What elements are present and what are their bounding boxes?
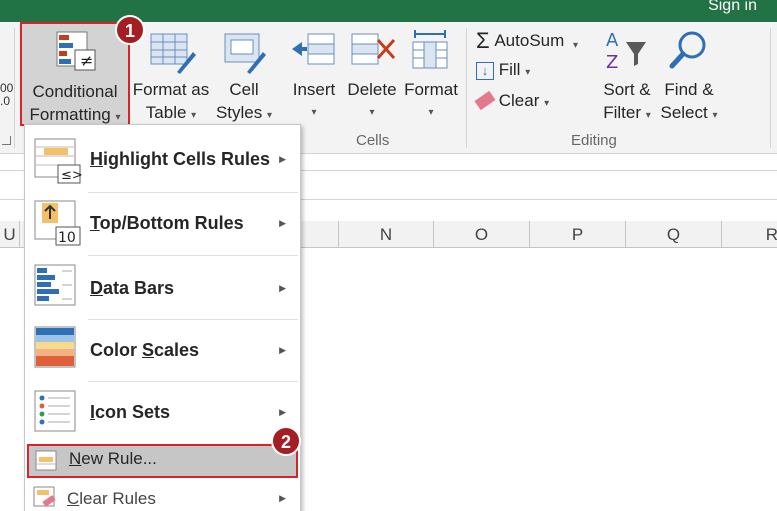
- format-as-table-icon: [150, 33, 196, 74]
- icon-sets-icon: [34, 390, 76, 432]
- submenu-arrow-icon: ▶: [279, 407, 286, 417]
- find-select-button[interactable]: Find & Select ▾: [657, 22, 721, 126]
- chevron-down-icon: ▾: [428, 107, 434, 118]
- clear-rules-icon: [33, 486, 56, 507]
- submenu-arrow-icon: ▶: [279, 154, 286, 164]
- cells-group-label: Cells: [356, 132, 390, 149]
- chevron-down-icon: ▾: [645, 110, 651, 121]
- column-header[interactable]: U: [0, 221, 20, 248]
- sigma-icon: Σ: [476, 28, 490, 53]
- step-badge-2: 2: [271, 426, 301, 456]
- menu-item-data-bars[interactable]: Data Bars ▶: [25, 259, 300, 317]
- column-header[interactable]: P: [530, 221, 626, 248]
- insert-cells-icon: [292, 33, 335, 65]
- chevron-down-icon: ▾: [115, 112, 121, 123]
- column-header[interactable]: N: [338, 221, 434, 248]
- title-bar: Sign in: [0, 0, 777, 22]
- format-button[interactable]: Format ▾: [401, 22, 461, 126]
- sort-filter-button[interactable]: A Z Sort & Filter ▾: [598, 22, 656, 126]
- eraser-icon: [474, 90, 496, 111]
- column-header[interactable]: Q: [626, 221, 722, 248]
- fill-button[interactable]: ↓ Fill ▾: [476, 60, 530, 80]
- conditional-formatting-button[interactable]: ≠ Conditional Formatting ▾: [20, 22, 130, 126]
- new-rule-icon: [35, 450, 57, 471]
- submenu-arrow-icon: ▶: [279, 218, 286, 228]
- menu-item-color-scales[interactable]: Color Scales ▶: [25, 323, 300, 379]
- menu-item-new-rule[interactable]: New Rule...: [27, 444, 298, 478]
- chevron-down-icon: ▾: [712, 110, 718, 121]
- column-header[interactable]: O: [434, 221, 530, 248]
- insert-button[interactable]: Insert ▾: [286, 22, 342, 126]
- data-bars-icon: [34, 264, 76, 306]
- menu-item-icon-sets[interactable]: Icon Sets ▶: [25, 385, 300, 441]
- cell-styles-icon: [224, 33, 266, 74]
- conditional-formatting-label-line1: Conditional: [32, 82, 118, 101]
- delete-button[interactable]: Delete ▾: [344, 22, 400, 126]
- column-header[interactable]: R: [722, 221, 777, 248]
- number-format-fragment: 00 .0: [0, 81, 14, 108]
- submenu-arrow-icon: ▶: [279, 283, 286, 293]
- svg-text:10: 10: [58, 230, 76, 246]
- menu-item-top-bottom-rules[interactable]: 10 Top/Bottom Rules ▶: [25, 195, 300, 251]
- delete-cells-icon: [351, 33, 396, 65]
- step-badge-1: 1: [115, 15, 145, 45]
- magnifier-icon: [669, 31, 706, 69]
- cell-styles-button[interactable]: Cell Styles ▾: [211, 22, 277, 126]
- editing-group-label: Editing: [571, 132, 617, 149]
- svg-text:≠: ≠: [80, 51, 93, 70]
- fill-down-icon: ↓: [476, 62, 494, 80]
- submenu-arrow-icon: ▶: [279, 345, 286, 355]
- menu-item-highlight-cells-rules[interactable]: ≤> Highlight Cells Rules ▶: [25, 133, 300, 189]
- format-as-table-button[interactable]: Format as Table ▾: [131, 22, 211, 126]
- top-bottom-icon: 10: [34, 200, 81, 246]
- chevron-down-icon: ▾: [267, 110, 273, 121]
- chevron-down-icon: ▾: [191, 110, 197, 121]
- chevron-down-icon: ▾: [311, 107, 317, 118]
- sign-in-link[interactable]: Sign in: [708, 0, 757, 15]
- conditional-formatting-icon: ≠: [56, 31, 96, 71]
- menu-item-clear-rules[interactable]: Clear Rules ▶: [25, 482, 300, 511]
- dialog-launcher-icon[interactable]: [2, 136, 11, 145]
- chevron-down-icon: ▾: [573, 40, 579, 51]
- color-scales-icon: [34, 326, 76, 368]
- svg-text:A: A: [606, 30, 619, 51]
- conditional-formatting-menu: ≤> Highlight Cells Rules ▶ 10 Top/Bottom…: [24, 124, 301, 511]
- highlight-cells-icon: ≤>: [34, 138, 82, 184]
- format-cells-icon: [412, 30, 448, 69]
- svg-text:Z: Z: [606, 52, 618, 73]
- chevron-down-icon: ▾: [544, 98, 550, 109]
- clear-button[interactable]: Clear ▾: [474, 90, 550, 111]
- chevron-down-icon: ▾: [525, 67, 531, 78]
- svg-text:≤>: ≤>: [61, 168, 82, 183]
- chevron-down-icon: ▾: [369, 107, 375, 118]
- sort-filter-icon: A Z: [606, 30, 646, 73]
- autosum-button[interactable]: Σ AutoSum ▾: [476, 28, 578, 54]
- submenu-arrow-icon: ▶: [279, 493, 286, 503]
